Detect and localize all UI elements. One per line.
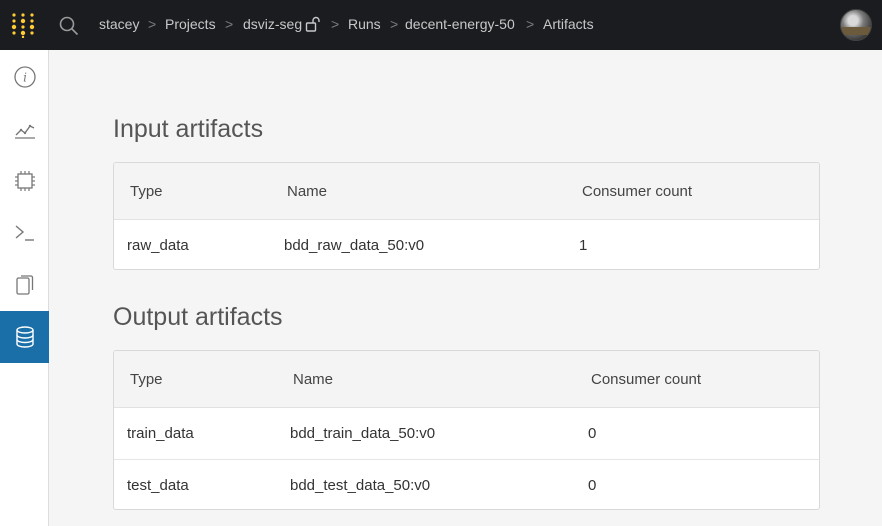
sidebar-item-charts[interactable] (0, 103, 49, 155)
input-artifacts-title: Input artifacts (113, 115, 264, 143)
user-avatar[interactable] (840, 9, 872, 41)
artifact-name-link[interactable]: bdd_test_data_50:v0 (290, 477, 430, 495)
column-header-type[interactable]: Type (130, 371, 163, 389)
artifact-name-link[interactable]: bdd_train_data_50:v0 (290, 425, 435, 443)
output-artifacts-table: Type Name Consumer count train_data bdd_… (113, 350, 820, 510)
sidebar-item-overview[interactable]: i (0, 51, 49, 103)
artifact-type: test_data (127, 477, 189, 494)
unlock-icon (305, 16, 320, 32)
database-icon (15, 326, 34, 348)
breadcrumb-separator: > (225, 16, 234, 32)
breadcrumb-separator: > (148, 16, 157, 32)
sidebar: i (0, 50, 49, 526)
consumer-count: 1 (579, 237, 588, 254)
table-row[interactable]: raw_data bdd_raw_data_50:v0 1 (114, 220, 819, 269)
sidebar-item-files[interactable] (0, 259, 49, 311)
breadcrumb-project[interactable]: dsviz-seg (243, 15, 302, 33)
breadcrumb-projects[interactable]: Projects (165, 15, 216, 33)
sidebar-item-system[interactable] (0, 155, 49, 207)
table-row[interactable]: test_data bdd_test_data_50:v0 0 (114, 459, 819, 509)
main-content: Input artifacts Type Name Consumer count… (49, 50, 882, 526)
svg-text:i: i (23, 71, 27, 85)
input-artifacts-table: Type Name Consumer count raw_data bdd_ra… (113, 162, 820, 270)
sidebar-item-logs[interactable] (0, 207, 49, 259)
artifact-type: train_data (127, 425, 194, 442)
column-header-name[interactable]: Name (287, 183, 327, 201)
info-icon: i (13, 66, 36, 88)
column-header-consumer-count[interactable]: Consumer count (582, 183, 692, 201)
output-artifacts-title: Output artifacts (113, 303, 283, 331)
search-icon[interactable] (58, 15, 80, 37)
column-header-type[interactable]: Type (130, 183, 163, 201)
column-header-name[interactable]: Name (293, 371, 333, 389)
chart-icon (14, 124, 35, 139)
breadcrumb-user[interactable]: stacey (99, 15, 139, 33)
table-header: Type Name Consumer count (114, 163, 819, 220)
table-row[interactable]: train_data bdd_train_data_50:v0 0 (114, 408, 819, 459)
consumer-count: 0 (588, 477, 597, 494)
column-header-consumer-count[interactable]: Consumer count (591, 371, 701, 389)
files-icon (15, 275, 33, 295)
breadcrumb-separator: > (526, 16, 535, 32)
sidebar-item-artifacts[interactable] (0, 311, 49, 363)
table-header: Type Name Consumer count (114, 351, 819, 408)
breadcrumb-separator: > (390, 16, 399, 32)
wandb-logo-icon[interactable] (10, 12, 36, 38)
consumer-count: 0 (588, 425, 597, 442)
terminal-icon (15, 225, 34, 241)
breadcrumb-runs[interactable]: Runs (348, 15, 381, 33)
breadcrumb-separator: > (331, 16, 340, 32)
top-bar: stacey > Projects > dsviz-seg > Runs > d… (0, 0, 882, 50)
artifact-type: raw_data (127, 237, 189, 254)
breadcrumb-run[interactable]: decent-energy-50 (405, 15, 515, 33)
artifact-name-link[interactable]: bdd_raw_data_50:v0 (284, 237, 424, 255)
chip-icon (14, 171, 35, 191)
breadcrumb-current-page: Artifacts (543, 16, 594, 32)
